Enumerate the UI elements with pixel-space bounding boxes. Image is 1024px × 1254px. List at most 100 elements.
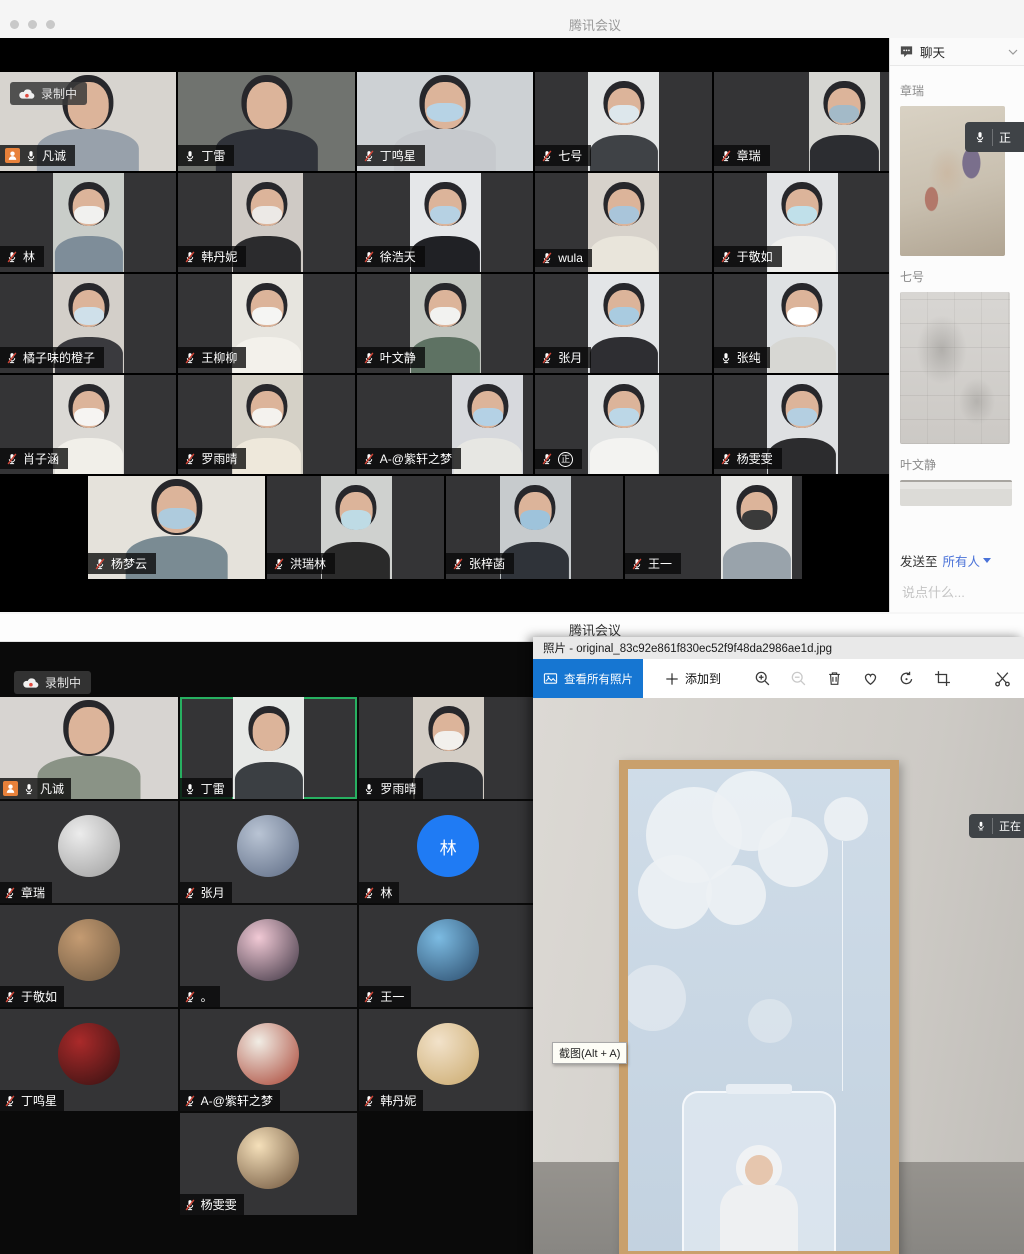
- participant-tile[interactable]: 杨梦云: [88, 476, 265, 579]
- participant-tile[interactable]: 张月: [180, 801, 358, 903]
- participant-tile[interactable]: wula: [535, 173, 711, 272]
- chat-sender: 章瑞: [900, 82, 1024, 99]
- avatar: [417, 919, 479, 981]
- participant-label: 丁雷: [180, 778, 232, 799]
- participant-name: 韩丹妮: [201, 248, 237, 265]
- avatar: [237, 1127, 299, 1189]
- chat-sender: 七号: [900, 268, 1024, 285]
- participant-tile[interactable]: 于敬如: [714, 173, 890, 272]
- participant-tile[interactable]: 杨雯雯: [180, 1113, 358, 1215]
- jar-with-child: [682, 1091, 836, 1251]
- mac-titlebar[interactable]: 腾讯会议: [0, 0, 1024, 38]
- video-feed: [53, 173, 124, 272]
- participant-label: 章瑞: [714, 145, 770, 166]
- participant-figure: [767, 274, 838, 373]
- participant-tile[interactable]: 罗雨晴: [359, 697, 537, 799]
- crop-button[interactable]: [933, 670, 951, 688]
- mic-muted-icon: [3, 886, 17, 900]
- participant-tile[interactable]: 王一: [359, 905, 537, 1007]
- participant-grid: 录制中凡诚丁雷丁鸣星七号章瑞林韩丹妮徐浩天wula于敬如橘子味的橙子王柳柳叶文静…: [0, 72, 890, 474]
- photo-content[interactable]: 正在: [533, 698, 1024, 1254]
- participant-tile[interactable]: 丁鸣星: [357, 72, 533, 171]
- participant-label: 丁鸣星: [0, 1090, 64, 1111]
- mic-on-icon: [362, 782, 376, 796]
- participant-tile[interactable]: 于敬如: [0, 905, 178, 1007]
- participant-tile[interactable]: 录制中凡诚: [0, 72, 176, 171]
- participant-tile[interactable]: 七号: [535, 72, 711, 171]
- participant-name: 章瑞: [737, 147, 761, 164]
- toolbar-icons: [753, 670, 951, 688]
- participant-tile[interactable]: 杨雯雯: [714, 375, 890, 474]
- favorite-button[interactable]: [861, 670, 879, 688]
- zoom-in-button[interactable]: [753, 670, 771, 688]
- mic-muted-icon: [183, 250, 197, 264]
- participant-label: 正: [535, 449, 582, 469]
- view-all-photos-button[interactable]: 查看所有照片: [533, 659, 643, 698]
- participant-figure: [452, 375, 523, 474]
- participant-name: 凡诚: [42, 147, 66, 164]
- participant-tile[interactable]: A-@紫轩之梦: [180, 1009, 358, 1111]
- mic-muted-icon: [183, 1198, 197, 1212]
- participant-tile[interactable]: 洪瑞林: [267, 476, 444, 579]
- rotate-button[interactable]: [897, 670, 915, 688]
- participant-tile[interactable]: 章瑞: [0, 801, 178, 903]
- participant-tile[interactable]: 丁雷: [180, 697, 358, 799]
- empty-grid-cell: [359, 1113, 537, 1215]
- participant-name: A-@紫轩之梦: [380, 450, 452, 467]
- participant-tile[interactable]: 丁雷: [178, 72, 354, 171]
- participant-tile[interactable]: 。: [180, 905, 358, 1007]
- participant-tile[interactable]: 正: [535, 375, 711, 474]
- video-feed: [413, 697, 484, 799]
- participant-tile[interactable]: 林: [0, 173, 176, 272]
- participant-tile[interactable]: 叶文静: [357, 274, 533, 373]
- participant-tile[interactable]: 张月: [535, 274, 711, 373]
- chevron-down-icon[interactable]: [1008, 49, 1018, 55]
- participant-tile[interactable]: 罗雨晴: [178, 375, 354, 474]
- participant-tile[interactable]: 肖子涵: [0, 375, 176, 474]
- chat-image-strip[interactable]: [900, 480, 1012, 506]
- participant-name: 叶文静: [380, 349, 416, 366]
- participant-label: 凡诚: [0, 778, 71, 799]
- participant-name: 王一: [380, 988, 404, 1005]
- add-to-button[interactable]: 添加到: [659, 669, 727, 688]
- photo-viewer-toolbar: 查看所有照片 添加到: [533, 659, 1024, 699]
- participant-tile[interactable]: 林林: [359, 801, 537, 903]
- recording-label: 录制中: [41, 85, 77, 102]
- video-feed: [233, 697, 304, 799]
- mic-muted-icon: [362, 149, 376, 163]
- participant-name: 丁鸣星: [21, 1092, 57, 1109]
- participant-tile[interactable]: 丁鸣星: [0, 1009, 178, 1111]
- mic-muted-icon: [719, 452, 733, 466]
- participant-tile[interactable]: A-@紫轩之梦: [357, 375, 533, 474]
- speaking-text: 正在: [992, 818, 1021, 834]
- video-feed: [767, 274, 838, 373]
- edit-scissors-button[interactable]: [993, 670, 1011, 688]
- photo-viewer-titlebar[interactable]: 照片 - original_83c92e861f830ec52f9f48da29…: [533, 637, 1024, 659]
- chat-image-sketch[interactable]: [900, 292, 1010, 444]
- participant-name: 章瑞: [21, 884, 45, 901]
- avatar: 林: [417, 815, 479, 877]
- participant-tile[interactable]: 韩丹妮: [178, 173, 354, 272]
- participant-tile[interactable]: 张纯: [714, 274, 890, 373]
- chat-input[interactable]: [900, 584, 1018, 601]
- delete-button[interactable]: [825, 670, 843, 688]
- participant-tile[interactable]: 橘子味的橙子: [0, 274, 176, 373]
- meeting-content: 录制中凡诚丁雷丁鸣星七号章瑞林韩丹妮徐浩天wula于敬如橘子味的橙子王柳柳叶文静…: [0, 38, 1024, 612]
- chat-footer: 发送至 所有人: [890, 547, 1024, 612]
- participant-tile[interactable]: 王柳柳: [178, 274, 354, 373]
- avatar: [417, 1023, 479, 1085]
- participant-tile[interactable]: 凡诚: [0, 697, 178, 799]
- photo-icon: [543, 671, 558, 686]
- send-to-selector[interactable]: 所有人: [943, 551, 992, 570]
- participant-label: 丁鸣星: [357, 145, 425, 166]
- participant-tile[interactable]: 王一: [625, 476, 802, 579]
- mic-muted-icon: [362, 351, 376, 365]
- mic-muted-icon: [5, 452, 19, 466]
- participant-figure: [809, 72, 880, 171]
- participant-tile[interactable]: 张梓菡: [446, 476, 623, 579]
- participant-tile[interactable]: 徐浩天: [357, 173, 533, 272]
- participant-tile[interactable]: 章瑞: [714, 72, 890, 171]
- participant-tile[interactable]: 韩丹妮: [359, 1009, 537, 1111]
- zoom-out-button[interactable]: [789, 670, 807, 688]
- add-to-label: 添加到: [685, 670, 721, 687]
